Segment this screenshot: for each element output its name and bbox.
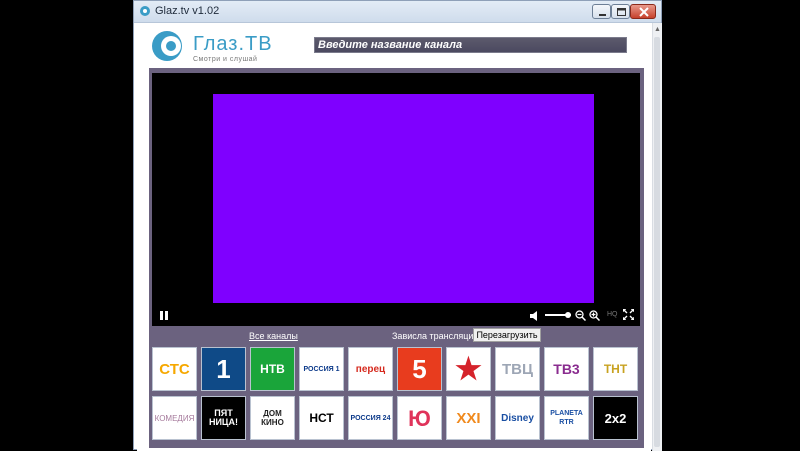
volume-slider-handle[interactable] — [565, 312, 571, 318]
hq-toggle[interactable]: HQ — [607, 311, 618, 318]
channel-tile[interactable]: РОССИЯ 24 — [348, 396, 393, 440]
channel-logo-label: НСТ — [309, 410, 334, 425]
channel-tile[interactable]: PLANETA RTR — [544, 396, 589, 440]
channel-search-input[interactable] — [315, 38, 626, 52]
volume-icon[interactable] — [530, 311, 540, 321]
channel-tile[interactable]: ДОМ КИНО — [250, 396, 295, 440]
channel-tile[interactable]: ТВЦ — [495, 347, 540, 391]
player-area: HQ Все каналы Зависла трансляция? Переза… — [149, 68, 644, 448]
app-content: Глаз.ТВ Смотри и слушай HQ Все — [137, 23, 651, 451]
channel-logo-label: XXI — [456, 409, 481, 427]
channel-logo-label: СТС — [159, 360, 190, 378]
channel-tile[interactable]: РОССИЯ 1 — [299, 347, 344, 391]
logo-tagline: Смотри и слушай — [193, 56, 258, 63]
channel-logo-label: 5 — [412, 353, 427, 384]
fullscreen-icon[interactable] — [623, 309, 634, 320]
scrollbar-thumb[interactable] — [654, 37, 660, 447]
channel-tile[interactable]: Disney — [495, 396, 540, 440]
channel-tile[interactable]: перец — [348, 347, 393, 391]
channel-tile[interactable]: НСТ — [299, 396, 344, 440]
channel-logo-label: ★ — [455, 352, 482, 386]
close-button[interactable] — [630, 4, 656, 19]
channel-tile[interactable]: 5 — [397, 347, 442, 391]
channel-logo-label: КОМЕДИЯ — [154, 413, 195, 423]
app-icon — [140, 6, 150, 16]
channel-logo-label: ПЯТ НИЦА! — [208, 408, 239, 427]
channel-logo-label: ДОМ КИНО — [261, 409, 284, 427]
zoom-out-icon[interactable] — [575, 310, 586, 321]
video-screen[interactable] — [213, 94, 594, 303]
window-title: Glaz.tv v1.02 — [155, 5, 220, 17]
video-player[interactable]: HQ — [152, 73, 640, 326]
all-channels-link[interactable]: Все каналы — [249, 331, 298, 341]
app-window: Glaz.tv v1.02 Глаз.ТВ Смотри и слушай Вв… — [133, 0, 662, 451]
channel-logo-label: НТВ — [260, 361, 285, 376]
logo[interactable]: Глаз.ТВ Смотри и слушай — [147, 28, 272, 64]
channel-logo-label: ТНТ — [603, 361, 628, 376]
channel-logo-label: ТВЦ — [502, 360, 533, 378]
channel-tile[interactable]: НТВ — [250, 347, 295, 391]
channel-logo-label: PLANETA RTR — [550, 410, 583, 426]
channel-tile[interactable]: ★ — [446, 347, 491, 391]
channel-logo-label: РОССИЯ 24 — [350, 414, 391, 422]
channel-search-box — [314, 37, 627, 53]
logo-eye-icon — [152, 31, 182, 61]
channel-logo-label: Disney — [501, 412, 534, 424]
channel-tile[interactable]: 2x2 — [593, 396, 638, 440]
scroll-up-icon[interactable]: ▲ — [654, 26, 661, 34]
channel-tile[interactable]: ТВ3 — [544, 347, 589, 391]
minimize-button[interactable] — [592, 4, 611, 19]
channel-logo-label: РОССИЯ 1 — [303, 365, 340, 373]
channel-logo-label: перец — [355, 363, 386, 375]
channel-tile[interactable]: СТС — [152, 347, 197, 391]
maximize-button[interactable] — [611, 4, 630, 19]
channel-tile[interactable]: КОМЕДИЯ — [152, 396, 197, 440]
channel-tile[interactable]: ТНТ — [593, 347, 638, 391]
reload-button[interactable]: Перезагрузить — [473, 328, 541, 342]
channel-tile[interactable]: Ю — [397, 396, 442, 440]
channel-logo-label: ТВ3 — [553, 360, 580, 377]
pause-icon[interactable] — [160, 311, 168, 320]
zoom-in-icon[interactable] — [589, 310, 600, 321]
channel-tile[interactable]: ПЯТ НИЦА! — [201, 396, 246, 440]
vertical-scrollbar[interactable]: ▲ — [652, 23, 662, 451]
channel-logo-label: 1 — [216, 353, 231, 384]
channel-logo-label: Ю — [408, 405, 431, 431]
logo-name: Глаз.ТВ — [193, 33, 273, 55]
channel-tile[interactable]: 1 — [201, 347, 246, 391]
channel-tile[interactable]: XXI — [446, 396, 491, 440]
channel-logo-label: 2x2 — [604, 410, 627, 426]
freeze-question: Зависла трансляция? — [392, 331, 484, 341]
title-bar[interactable]: Glaz.tv v1.02 — [134, 1, 661, 23]
